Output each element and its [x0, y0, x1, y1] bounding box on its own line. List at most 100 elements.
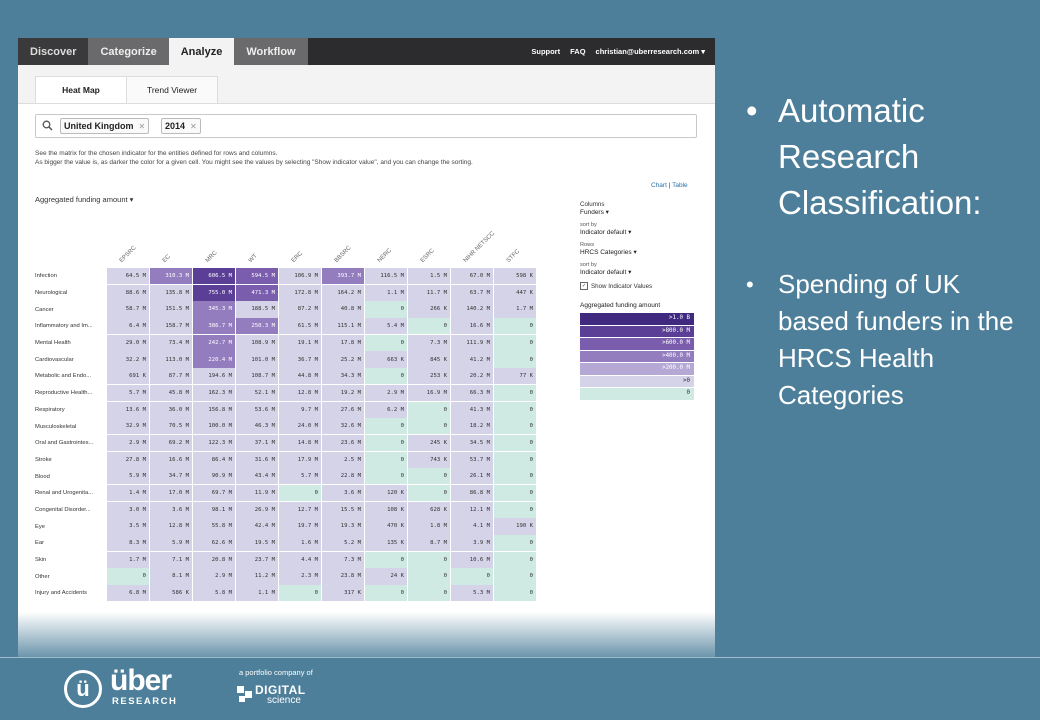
heat-map-cell[interactable]: 16.6 M — [451, 318, 493, 335]
filter-chip-year[interactable]: 2014 ✕ — [161, 118, 201, 134]
heat-map-cell[interactable]: 18.2 M — [451, 418, 493, 435]
heat-map-cell[interactable]: 755.0 M — [193, 284, 235, 301]
heat-map-cell[interactable]: 1.6 M — [279, 535, 321, 552]
heat-map-cell[interactable]: 108.7 M — [236, 368, 278, 385]
heat-map-cell[interactable]: 9.7 M — [279, 401, 321, 418]
heat-map-cell[interactable]: 4.4 M — [279, 551, 321, 568]
heat-map-cell[interactable]: 41.3 M — [451, 401, 493, 418]
heat-map-cell[interactable]: 0 — [494, 384, 536, 401]
heat-map-cell[interactable]: 135 K — [365, 535, 407, 552]
heat-map-cell[interactable]: 2.9 M — [193, 568, 235, 585]
heat-map-cell[interactable]: 2.9 M — [107, 434, 149, 452]
heat-map-cell[interactable]: 100.0 M — [193, 418, 235, 435]
heat-map-cell[interactable]: 0 — [408, 418, 450, 435]
heat-map-cell[interactable]: 0 — [494, 551, 536, 568]
heat-map-cell[interactable]: 253 K — [408, 368, 450, 385]
heat-map-cell[interactable]: 310.3 M — [150, 268, 192, 285]
heat-map-cell[interactable]: 66.3 M — [451, 384, 493, 401]
heat-map-cell[interactable]: 0 — [365, 468, 407, 485]
heat-map-cell[interactable]: 0 — [279, 484, 321, 502]
heat-map-cell[interactable]: 7.3 M — [408, 334, 450, 351]
heat-map-cell[interactable]: 156.8 M — [193, 401, 235, 418]
heat-map-cell[interactable]: 0 — [408, 401, 450, 418]
heat-map-cell[interactable]: 345.3 M — [193, 301, 235, 318]
heat-map-cell[interactable]: 250.3 M — [236, 318, 278, 335]
heat-map-cell[interactable]: 2.5 M — [322, 451, 364, 468]
heat-map-cell[interactable]: 0 — [494, 501, 536, 518]
heat-map-cell[interactable]: 69.2 M — [150, 434, 192, 452]
heat-map-cell[interactable]: 0 — [365, 585, 407, 602]
filter-chip-country[interactable]: United Kingdom ✕ — [60, 118, 150, 134]
heat-map-cell[interactable]: 13.6 M — [107, 401, 149, 418]
heat-map-cell[interactable]: 87.2 M — [279, 301, 321, 318]
heat-map-cell[interactable]: 37.1 M — [236, 434, 278, 452]
heat-map-cell[interactable]: 0 — [494, 418, 536, 435]
heat-map-cell[interactable]: 41.2 M — [451, 351, 493, 368]
heat-map-cell[interactable]: 0 — [494, 434, 536, 452]
user-menu[interactable]: christian@uberresearch.com ▾ — [596, 47, 705, 56]
heat-map-cell[interactable]: 0 — [408, 568, 450, 585]
table-link[interactable]: Table — [672, 182, 688, 189]
heat-map-cell[interactable]: 25.2 M — [322, 351, 364, 368]
heat-map-cell[interactable]: 598 K — [494, 268, 536, 285]
heat-map-cell[interactable]: 63.7 M — [451, 284, 493, 301]
heat-map-cell[interactable]: 53.6 M — [236, 401, 278, 418]
heat-map-cell[interactable]: 317 K — [322, 585, 364, 602]
heat-map-cell[interactable]: 663 K — [365, 351, 407, 368]
heat-map-cell[interactable]: 0 — [365, 301, 407, 318]
heat-map-cell[interactable]: 46.3 M — [236, 418, 278, 435]
heat-map-cell[interactable]: 73.4 M — [150, 334, 192, 351]
heat-map-cell[interactable]: 628 K — [408, 501, 450, 518]
heat-map-cell[interactable]: 19.3 M — [322, 518, 364, 535]
heat-map-cell[interactable]: 0 — [408, 585, 450, 602]
rows-select[interactable]: HRCS Categories ▾ — [580, 248, 710, 256]
heat-map-cell[interactable]: 8.1 M — [150, 568, 192, 585]
heat-map-cell[interactable]: 7.1 M — [150, 551, 192, 568]
heat-map-cell[interactable]: 19.1 M — [279, 334, 321, 351]
heat-map-cell[interactable]: 0 — [408, 551, 450, 568]
search-input[interactable]: United Kingdom ✕ 2014 ✕ — [35, 114, 697, 138]
heat-map-cell[interactable]: 5.4 M — [365, 318, 407, 335]
heat-map-cell[interactable]: 101.0 M — [236, 351, 278, 368]
heat-map-cell[interactable]: 1.7 M — [107, 551, 149, 568]
heat-map-cell[interactable]: 14.8 M — [279, 434, 321, 452]
nav-tab-categorize[interactable]: Categorize — [88, 38, 169, 65]
heat-map-cell[interactable]: 116.5 M — [365, 268, 407, 285]
nav-tab-workflow[interactable]: Workflow — [234, 38, 308, 65]
heat-map-cell[interactable]: 5.3 M — [451, 585, 493, 602]
heat-map-cell[interactable]: 11.7 M — [408, 284, 450, 301]
heat-map-cell[interactable]: 22.8 M — [322, 468, 364, 485]
heat-map-cell[interactable]: 1.1 M — [365, 284, 407, 301]
heat-map-cell[interactable]: 16.9 M — [408, 384, 450, 401]
heat-map-cell[interactable]: 242.7 M — [193, 334, 235, 351]
heat-map-cell[interactable]: 140.2 M — [451, 301, 493, 318]
heat-map-cell[interactable]: 1.1 M — [236, 585, 278, 602]
heat-map-cell[interactable]: 34.7 M — [150, 468, 192, 485]
heat-map-cell[interactable]: 17.0 M — [150, 484, 192, 502]
heat-map-cell[interactable]: 1.4 M — [107, 484, 149, 502]
heat-map-cell[interactable]: 606.5 M — [193, 268, 235, 285]
heat-map-cell[interactable]: 69.7 M — [193, 484, 235, 502]
heat-map-cell[interactable]: 19.5 M — [236, 535, 278, 552]
heat-map-cell[interactable]: 26.1 M — [451, 468, 493, 485]
show-values-checkbox[interactable]: ✓ Show Indicator Values — [580, 282, 710, 290]
heat-map-cell[interactable]: 53.7 M — [451, 451, 493, 468]
heat-map-cell[interactable]: 3.5 M — [107, 518, 149, 535]
heat-map-cell[interactable]: 0 — [494, 351, 536, 368]
sort-rows-select[interactable]: Indicator default ▾ — [580, 268, 710, 276]
heat-map-cell[interactable]: 36.0 M — [150, 401, 192, 418]
heat-map-cell[interactable]: 0 — [365, 434, 407, 452]
heat-map-cell[interactable]: 42.4 M — [236, 518, 278, 535]
heat-map-cell[interactable]: 43.4 M — [236, 468, 278, 485]
columns-select[interactable]: Funders ▾ — [580, 208, 710, 216]
heat-map-cell[interactable]: 2.9 M — [365, 384, 407, 401]
heat-map-cell[interactable]: 5.7 M — [107, 384, 149, 401]
heat-map-cell[interactable]: 5.7 M — [279, 468, 321, 485]
heat-map-cell[interactable]: 108.9 M — [236, 334, 278, 351]
heat-map-cell[interactable]: 19.2 M — [322, 384, 364, 401]
heat-map-cell[interactable]: 12.7 M — [279, 501, 321, 518]
heat-map-cell[interactable]: 19.7 M — [279, 518, 321, 535]
heat-map-cell[interactable]: 62.6 M — [193, 535, 235, 552]
heat-map-cell[interactable]: 172.8 M — [279, 284, 321, 301]
heat-map-cell[interactable]: 0 — [107, 568, 149, 585]
